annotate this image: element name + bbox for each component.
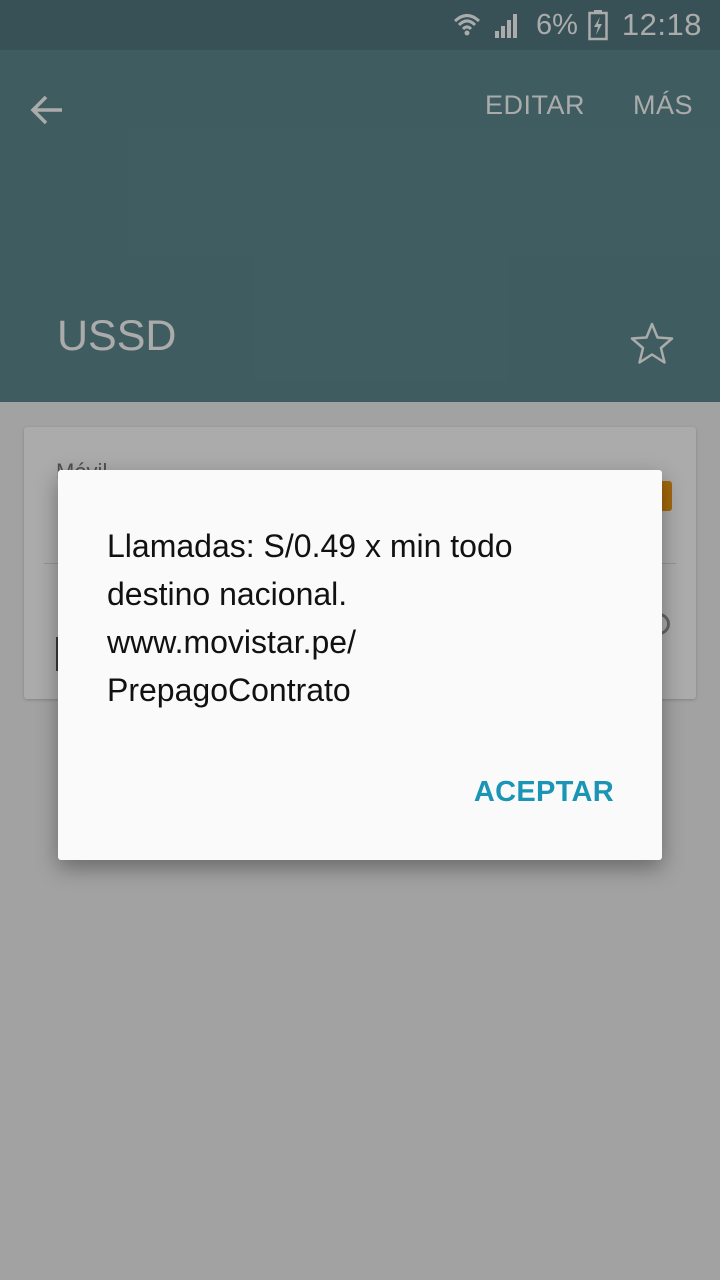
- dialog-message-line: PrepagoContrato: [107, 672, 351, 708]
- dialog-message-line: www.movistar.pe/: [107, 624, 356, 660]
- dialog-message-line: destino nacional.: [107, 576, 348, 612]
- ussd-dialog: Llamadas: S/0.49 x min todo destino naci…: [58, 470, 662, 860]
- dialog-message-line: Llamadas: S/0.49 x min todo: [107, 528, 513, 564]
- dialog-message: Llamadas: S/0.49 x min todo destino naci…: [107, 522, 627, 714]
- accept-button[interactable]: ACEPTAR: [474, 776, 614, 809]
